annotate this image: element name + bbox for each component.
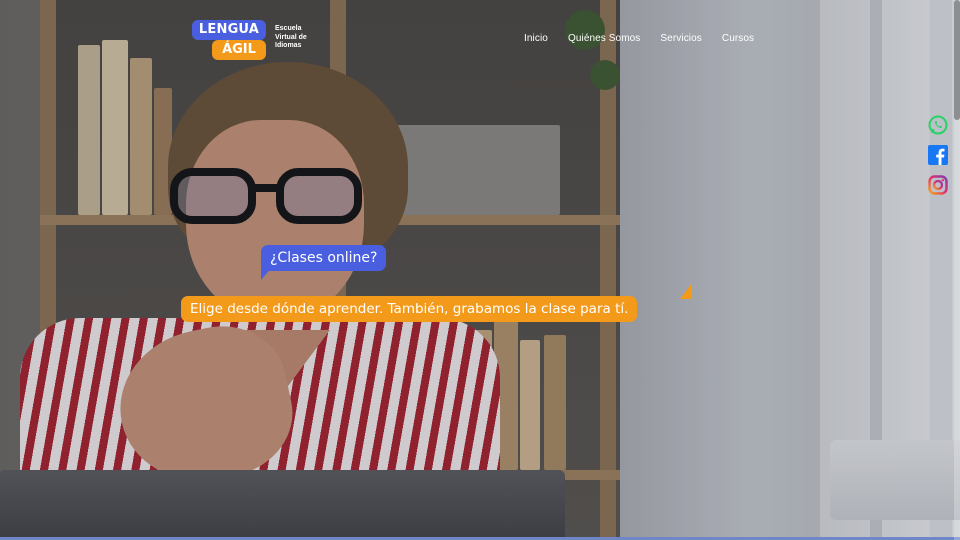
logo-tagline: Escuela Virtual de Idiomas — [275, 25, 335, 51]
logo-word-lengua: LENGUA — [192, 20, 266, 40]
question-bubble: ¿Clases online? — [261, 245, 387, 271]
instagram-icon[interactable] — [928, 175, 948, 195]
facebook-icon[interactable] — [928, 145, 948, 165]
scrollbar-thumb[interactable] — [954, 0, 960, 120]
main-nav: Inicio Quiénes Somos Servicios Cursos — [524, 33, 754, 44]
nav-link-inicio[interactable]: Inicio — [524, 33, 548, 44]
nav-link-servicios[interactable]: Servicios — [660, 33, 701, 44]
hero-background-photo — [0, 0, 960, 540]
nav-link-quienes-somos[interactable]: Quiénes Somos — [568, 33, 640, 44]
page-scrollbar[interactable] — [954, 0, 960, 540]
logo-tagline-line-2: Virtual de — [275, 33, 307, 41]
social-links — [928, 115, 948, 195]
answer-bubble: Elige desde dónde aprender. También, gra… — [181, 296, 638, 322]
logo-tagline-line-3: Idiomas — [275, 42, 302, 49]
site-logo[interactable]: LENGUA ÁGIL Escuela Virtual de Idiomas — [192, 20, 332, 62]
whatsapp-icon[interactable] — [928, 115, 948, 135]
nav-link-cursos[interactable]: Cursos — [722, 33, 754, 44]
logo-word-agil: ÁGIL — [212, 40, 266, 60]
logo-tagline-line-1: Escuela — [275, 25, 302, 32]
